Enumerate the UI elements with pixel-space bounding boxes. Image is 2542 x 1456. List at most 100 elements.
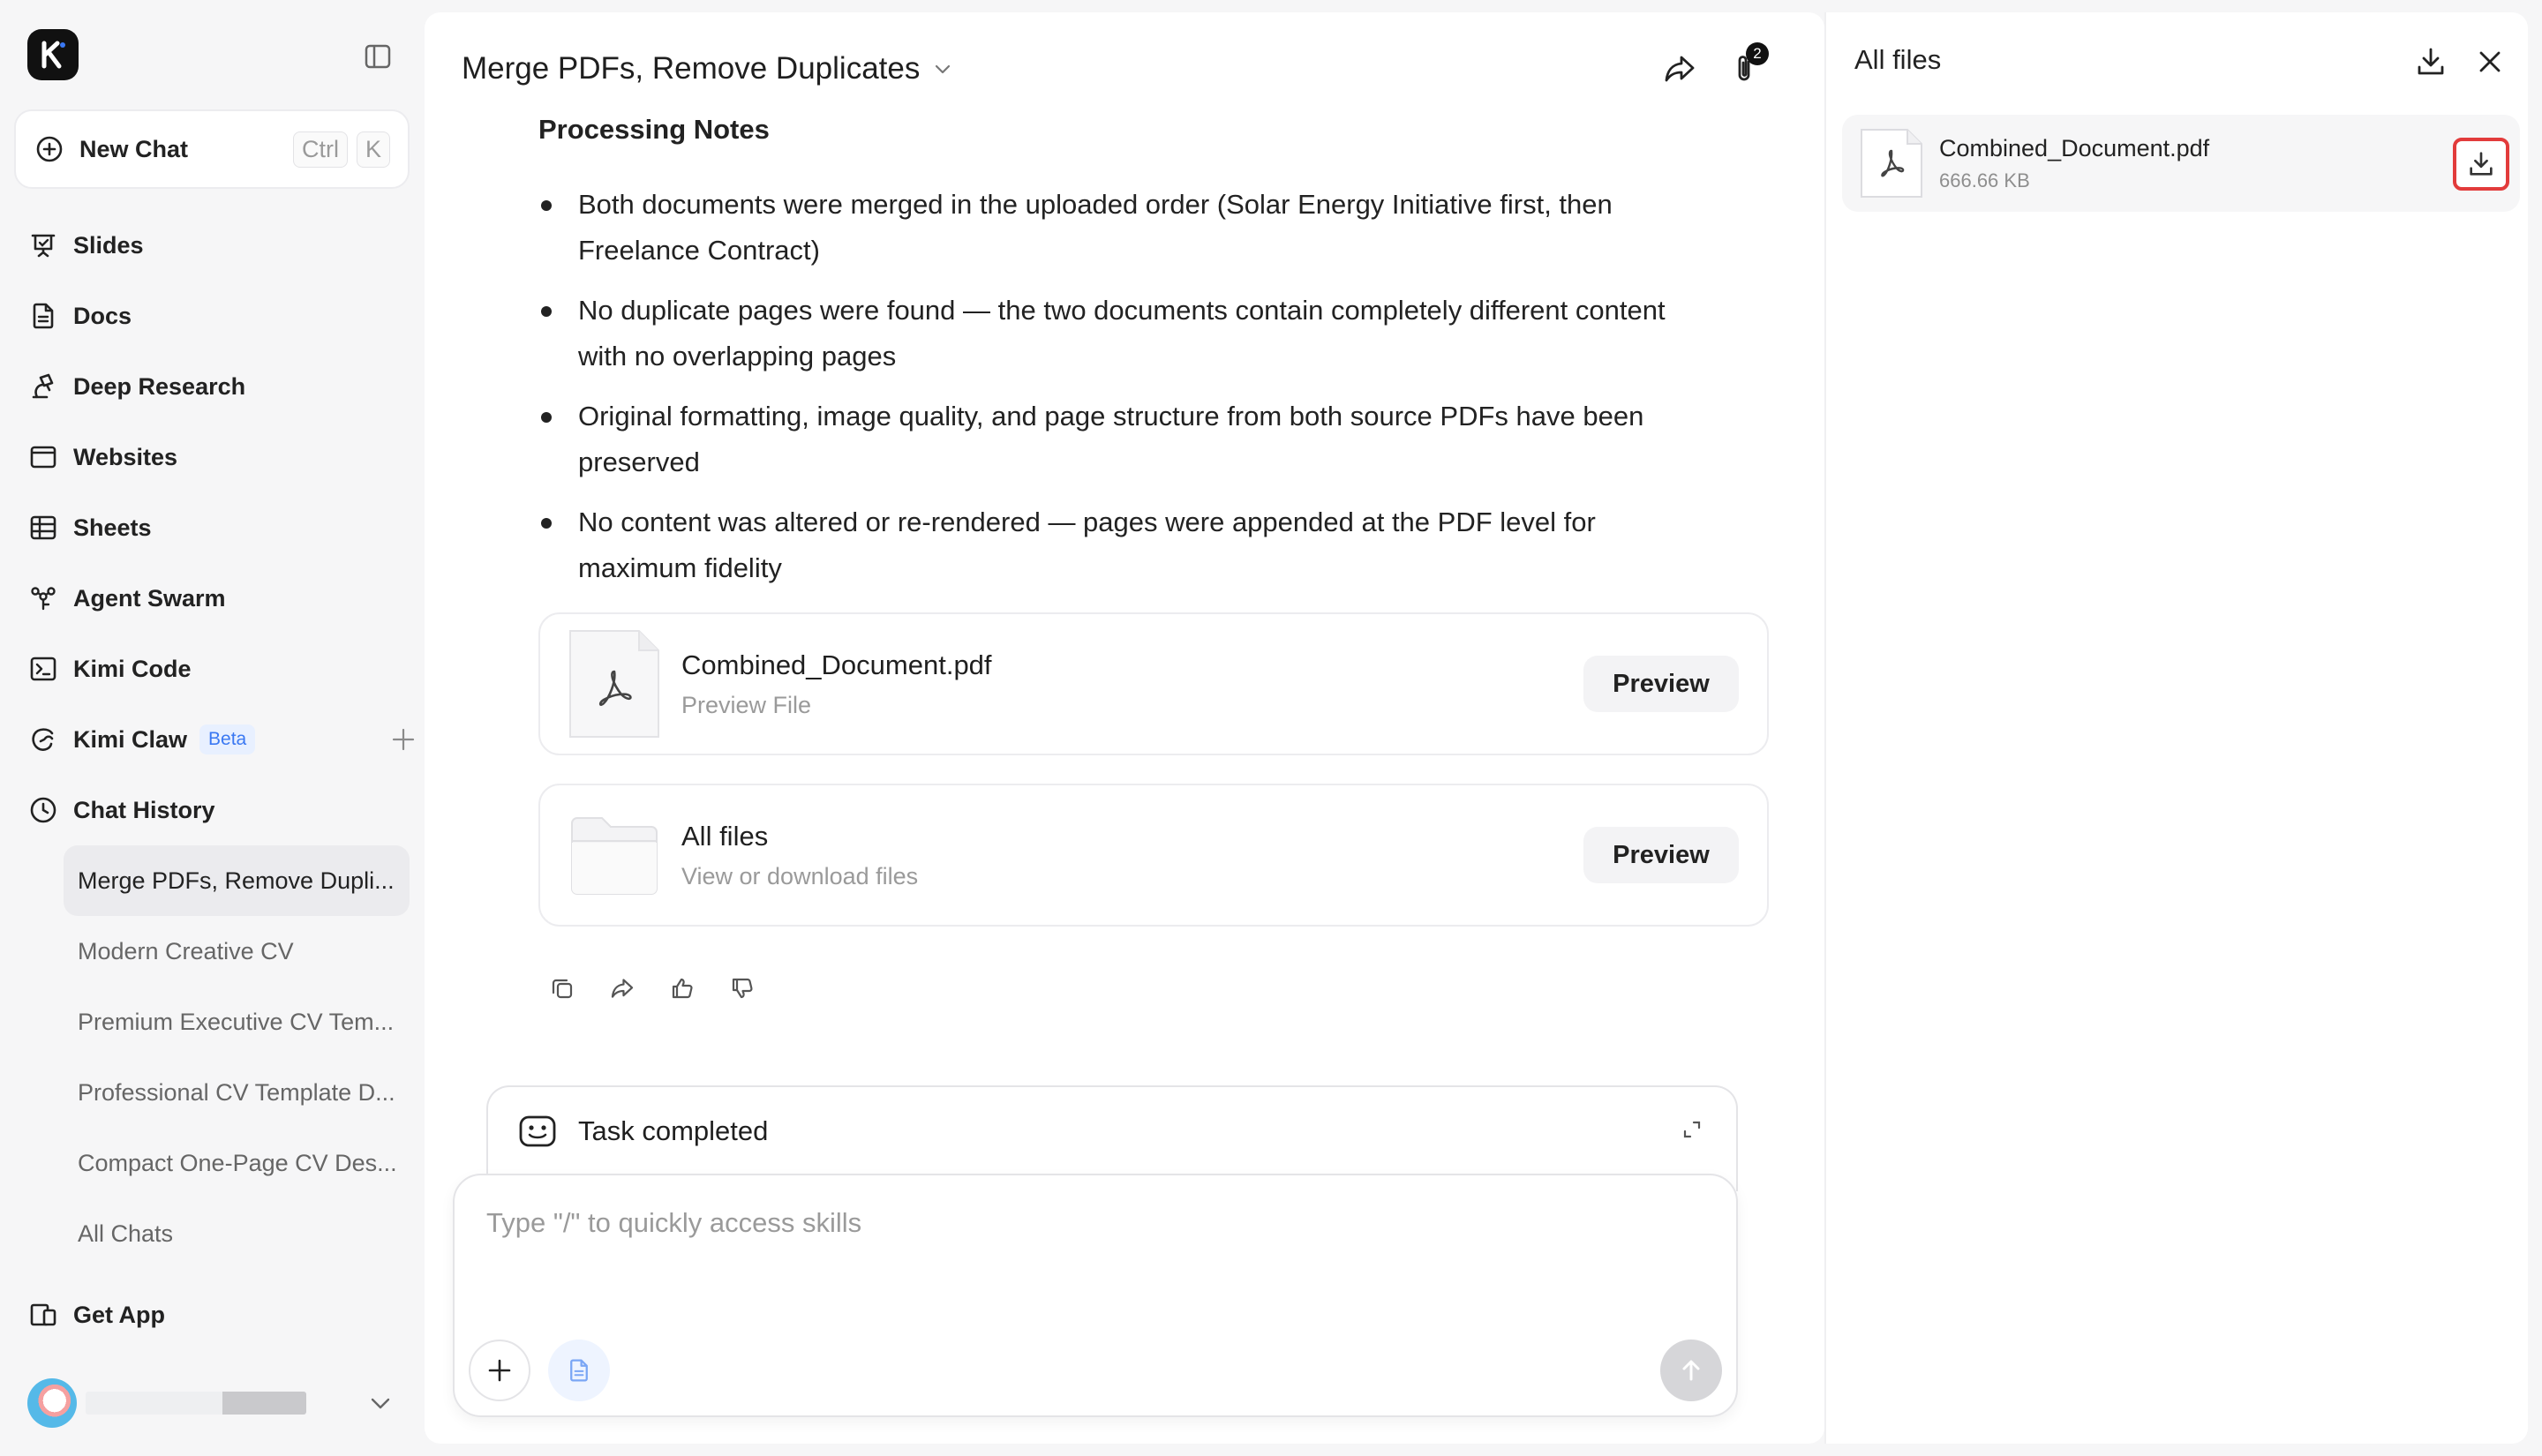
sidebar-toggle-icon [365,44,391,69]
files-panel: All files Combined_Document.pdf 666.66 K… [1824,12,2528,1444]
plus-circle-icon [36,136,63,162]
all-chats-link[interactable]: All Chats [64,1198,410,1269]
plus-icon [488,1359,511,1382]
sidebar-item-label: Chat History [73,796,215,823]
send-button[interactable] [1660,1340,1722,1401]
download-icon [2470,152,2493,176]
preview-button[interactable]: Preview [1583,656,1739,712]
expand-button[interactable] [1681,1119,1703,1140]
list-item: Original formatting, image quality, and … [541,394,1706,485]
sidebar-item-agent-swarm[interactable]: Agent Swarm [29,572,400,625]
pdf-file-icon [1860,128,1923,199]
sidebar-item-slides[interactable]: Slides [29,219,400,272]
kimi-logo-icon [41,41,65,69]
sidebar-item-label: Sheets [73,514,152,541]
thumbs-down-button[interactable] [725,971,760,1006]
attachment-count-badge: 2 [1746,42,1769,65]
sidebar-item-deep-research[interactable]: Deep Research [29,360,400,413]
sidebar-item-sheets[interactable]: Sheets [29,501,400,554]
avatar [27,1378,77,1428]
arrow-up-icon [1682,1360,1700,1381]
thumbs-up-button[interactable] [665,971,700,1006]
document-icon [570,1359,588,1382]
history-item[interactable]: Compact One-Page CV Des... [64,1128,410,1198]
user-profile[interactable] [27,1377,398,1430]
download-file-button[interactable] [2453,138,2509,191]
add-claw-button[interactable] [386,722,421,757]
websites-icon [30,446,56,469]
sidebar: New Chat Ctrl K Slides Docs Deep Researc… [0,0,422,1456]
history-item[interactable]: Premium Executive CV Tem... [64,987,410,1057]
file-name: Combined_Document.pdf [1939,134,2210,161]
thumbs-up-icon [672,978,693,999]
attachments-button[interactable]: 2 [1712,37,1776,101]
sidebar-item-kimi-claw[interactable]: Kimi Claw Beta [29,713,415,766]
docs-icon [33,303,54,329]
processing-notes-list: Both documents were merged in the upload… [541,182,1706,605]
file-size: 666.66 KB [1939,169,2030,191]
file-name: All files [681,820,769,852]
sidebar-item-label: Agent Swarm [73,584,226,612]
message-composer [453,1174,1738,1417]
message-actions [545,971,760,1006]
robot-icon [519,1115,556,1147]
close-icon [2479,51,2501,72]
beta-badge: Beta [199,724,256,754]
user-menu-toggle[interactable] [363,1385,398,1421]
docs-mode-button[interactable] [548,1340,610,1401]
plus-icon [392,728,415,751]
sidebar-item-websites[interactable]: Websites [29,431,400,484]
sidebar-toggle-button[interactable] [360,39,395,74]
history-item[interactable]: Professional CV Template D... [64,1057,410,1128]
agent-swarm-icon [31,587,56,611]
list-item: No content was altered or re-rendered — … [541,499,1706,591]
kimi-logo[interactable] [27,29,79,80]
attach-button[interactable] [469,1340,530,1401]
file-card-all-files[interactable]: All files View or download files Preview [538,784,1769,927]
history-item-active[interactable]: Merge PDFs, Remove Dupli... [64,845,410,916]
chat-title-dropdown[interactable]: Merge PDFs, Remove Duplicates [462,34,953,104]
shortcut-key: K [356,131,390,168]
message-input[interactable] [486,1197,1634,1250]
sidebar-item-label: Deep Research [73,372,246,400]
copy-button[interactable] [545,971,580,1006]
sheets-icon [30,515,56,540]
shortcut-modifier: Ctrl [292,131,348,168]
expand-icon [1683,1121,1701,1138]
file-list-item[interactable]: Combined_Document.pdf 666.66 KB [1842,115,2520,212]
file-card-combined-document[interactable]: Combined_Document.pdf Preview File Previ… [538,612,1769,755]
new-chat-button[interactable]: New Chat Ctrl K [14,109,410,189]
share-icon [611,979,634,998]
slides-icon [31,234,56,258]
sidebar-item-kimi-code[interactable]: Kimi Code [29,642,400,695]
file-meta: Combined_Document.pdf Preview File [681,649,1583,719]
sidebar-item-label: Websites [73,443,178,470]
claw-icon [32,728,54,751]
chat-title: Merge PDFs, Remove Duplicates [462,51,921,86]
list-item: No duplicate pages were found — the two … [541,288,1706,379]
section-heading: Processing Notes [538,114,770,145]
sidebar-item-chat-history[interactable]: Chat History [29,784,400,837]
sidebar-item-label: Kimi Claw [73,725,188,753]
devices-icon [30,1303,56,1326]
file-name: Combined_Document.pdf [681,649,992,680]
get-app-button[interactable]: Get App [29,1288,400,1341]
preview-button[interactable]: Preview [1583,827,1739,883]
close-panel-button[interactable] [2465,37,2515,86]
new-chat-label: New Chat [79,135,189,162]
share-button[interactable] [1648,37,1711,101]
task-status-label: Task completed [578,1115,769,1146]
sidebar-item-docs[interactable]: Docs [29,289,400,342]
list-item: Both documents were merged in the upload… [541,182,1706,274]
new-chat-shortcut: Ctrl K [292,131,390,168]
sidebar-item-label: Docs [73,302,132,329]
chevron-down-icon [371,1398,390,1409]
file-subtitle: Preview File [681,691,812,718]
share-message-button[interactable] [605,971,640,1006]
history-item[interactable]: Modern Creative CV [64,916,410,987]
file-meta: All files View or download files [681,821,1583,890]
download-all-button[interactable] [2406,37,2456,86]
folder-icon [568,800,660,910]
deep-research-icon [32,373,54,399]
files-panel-title: All files [1854,44,1942,75]
